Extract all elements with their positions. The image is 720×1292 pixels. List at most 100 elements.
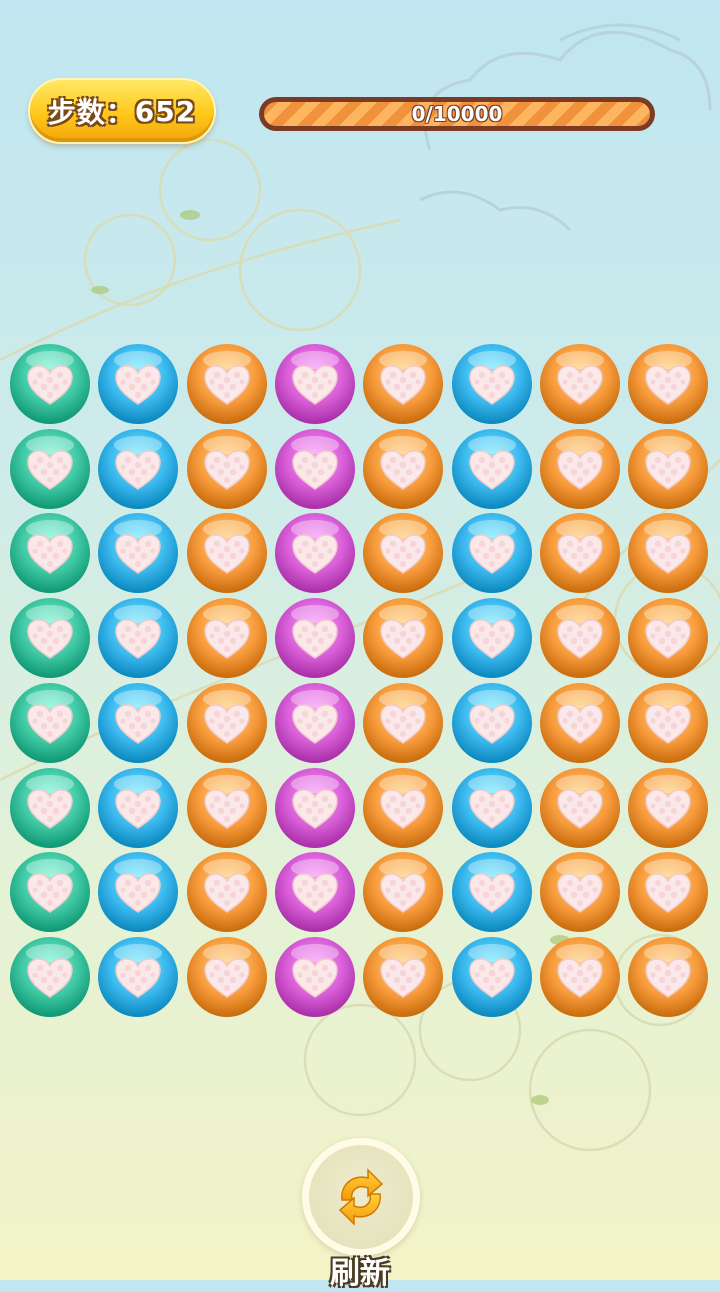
- heart-gem-icon: [98, 598, 179, 679]
- heart-gem-icon: [451, 428, 532, 509]
- tile-teal[interactable]: [8, 342, 92, 426]
- tile-orange[interactable]: [185, 427, 269, 511]
- refresh-icon: [338, 1168, 384, 1226]
- tile-orange[interactable]: [185, 850, 269, 934]
- tile-magenta[interactable]: [273, 596, 357, 680]
- tile-blue[interactable]: [96, 427, 180, 511]
- tile-blue[interactable]: [450, 681, 534, 765]
- tile-blue[interactable]: [96, 935, 180, 1019]
- tile-orange[interactable]: [538, 681, 622, 765]
- heart-gem-icon: [363, 767, 444, 848]
- heart-gem-icon: [186, 513, 267, 594]
- tile-teal[interactable]: [8, 427, 92, 511]
- tile-orange[interactable]: [185, 511, 269, 595]
- refresh-label: 刷新: [330, 1256, 390, 1291]
- heart-gem-icon: [539, 513, 620, 594]
- tile-orange[interactable]: [185, 681, 269, 765]
- tile-teal[interactable]: [8, 596, 92, 680]
- tile-orange[interactable]: [185, 342, 269, 426]
- heart-gem-icon: [628, 767, 709, 848]
- tile-orange[interactable]: [626, 681, 710, 765]
- heart-gem-icon: [451, 513, 532, 594]
- heart-gem-icon: [363, 598, 444, 679]
- heart-gem-icon: [274, 598, 355, 679]
- tile-teal[interactable]: [8, 935, 92, 1019]
- heart-gem-icon: [186, 852, 267, 933]
- heart-gem-icon: [98, 682, 179, 763]
- tile-orange[interactable]: [626, 427, 710, 511]
- refresh-button[interactable]: [302, 1138, 420, 1256]
- tile-orange[interactable]: [185, 935, 269, 1019]
- tile-magenta[interactable]: [273, 766, 357, 850]
- tile-teal[interactable]: [8, 681, 92, 765]
- tile-orange[interactable]: [538, 850, 622, 934]
- tile-orange[interactable]: [361, 427, 445, 511]
- tile-orange[interactable]: [626, 511, 710, 595]
- tile-blue[interactable]: [96, 511, 180, 595]
- tile-blue[interactable]: [96, 850, 180, 934]
- tile-magenta[interactable]: [273, 511, 357, 595]
- refresh-button-face[interactable]: [309, 1145, 413, 1249]
- tile-orange[interactable]: [538, 427, 622, 511]
- heart-gem-icon: [539, 682, 620, 763]
- tile-orange[interactable]: [361, 511, 445, 595]
- tile-orange[interactable]: [361, 766, 445, 850]
- heart-gem-icon: [363, 344, 444, 424]
- heart-gem-icon: [10, 852, 90, 933]
- tile-magenta[interactable]: [273, 427, 357, 511]
- tile-orange[interactable]: [538, 766, 622, 850]
- tile-orange[interactable]: [538, 596, 622, 680]
- score-progress-track: 0/10000: [264, 102, 650, 126]
- tile-blue[interactable]: [450, 935, 534, 1019]
- tile-blue[interactable]: [96, 596, 180, 680]
- heart-gem-icon: [98, 936, 179, 1017]
- tile-magenta[interactable]: [273, 935, 357, 1019]
- heart-gem-icon: [10, 428, 90, 509]
- tile-orange[interactable]: [538, 342, 622, 426]
- heart-gem-icon: [98, 428, 179, 509]
- tile-blue[interactable]: [450, 511, 534, 595]
- tile-orange[interactable]: [538, 511, 622, 595]
- heart-gem-icon: [363, 428, 444, 509]
- tile-blue[interactable]: [96, 342, 180, 426]
- heart-gem-icon: [98, 344, 179, 424]
- tile-blue[interactable]: [450, 766, 534, 850]
- tile-blue[interactable]: [450, 596, 534, 680]
- tile-orange[interactable]: [626, 342, 710, 426]
- heart-gem-icon: [363, 682, 444, 763]
- tile-blue[interactable]: [96, 766, 180, 850]
- tile-orange[interactable]: [361, 342, 445, 426]
- tile-teal[interactable]: [8, 850, 92, 934]
- tile-teal[interactable]: [8, 766, 92, 850]
- tile-orange[interactable]: [626, 935, 710, 1019]
- tile-blue[interactable]: [96, 681, 180, 765]
- heart-gem-icon: [186, 598, 267, 679]
- tile-magenta[interactable]: [273, 681, 357, 765]
- tile-orange[interactable]: [361, 596, 445, 680]
- tile-orange[interactable]: [185, 766, 269, 850]
- tile-magenta[interactable]: [273, 850, 357, 934]
- score-text: 0/10000: [411, 102, 503, 126]
- heart-gem-icon: [628, 598, 709, 679]
- heart-gem-icon: [628, 428, 709, 509]
- tile-blue[interactable]: [450, 850, 534, 934]
- heart-gem-icon: [363, 936, 444, 1017]
- heart-gem-icon: [98, 852, 179, 933]
- tile-orange[interactable]: [185, 596, 269, 680]
- heart-gem-icon: [274, 513, 355, 594]
- tile-orange[interactable]: [361, 850, 445, 934]
- heart-gem-icon: [628, 936, 709, 1017]
- tile-orange[interactable]: [626, 596, 710, 680]
- heart-gem-icon: [539, 428, 620, 509]
- tile-orange[interactable]: [626, 850, 710, 934]
- tile-blue[interactable]: [450, 342, 534, 426]
- tile-orange[interactable]: [361, 681, 445, 765]
- tile-teal[interactable]: [8, 511, 92, 595]
- tile-orange[interactable]: [361, 935, 445, 1019]
- tile-blue[interactable]: [450, 427, 534, 511]
- tile-magenta[interactable]: [273, 342, 357, 426]
- heart-gem-icon: [10, 598, 90, 679]
- tile-orange[interactable]: [538, 935, 622, 1019]
- tile-orange[interactable]: [626, 766, 710, 850]
- heart-gem-icon: [628, 513, 709, 594]
